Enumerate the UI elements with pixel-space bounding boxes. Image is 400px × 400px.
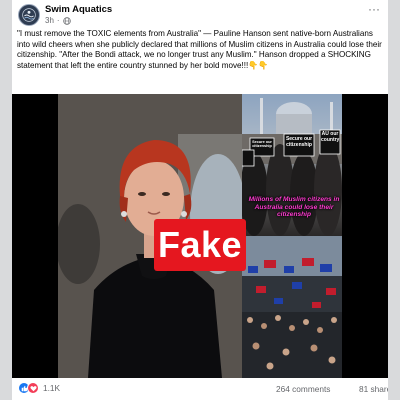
facebook-post-card: Swim Aquatics 3h · ··· "I must remove th… — [12, 0, 388, 400]
crowd-photo — [242, 236, 342, 378]
page-avatar[interactable] — [18, 4, 40, 26]
swim-aquatics-logo-icon — [19, 5, 39, 25]
protest-sign: Secure our citizenship — [252, 140, 272, 149]
post-meta: 3h · — [45, 16, 71, 25]
protest-sign: AU our country — [321, 131, 340, 143]
post-footer: 1.1K 264 comments 81 shares — [12, 378, 388, 400]
globe-icon — [62, 16, 71, 25]
post-caption: "I must remove the TOXIC elements from A… — [17, 29, 382, 70]
protest-photo: Secure our citizenship Secure our citize… — [242, 94, 342, 236]
post-time[interactable]: 3h — [45, 16, 54, 25]
fake-label: Fake — [154, 219, 246, 271]
love-icon — [27, 382, 39, 394]
reaction-count: 1.1K — [43, 383, 61, 393]
reactions-summary[interactable]: 1.1K — [18, 382, 60, 394]
image-overlay-caption: Millions of Muslim citizens in Australia… — [248, 196, 340, 218]
post-header: Swim Aquatics 3h · ··· — [12, 0, 388, 28]
page-name[interactable]: Swim Aquatics — [45, 4, 112, 15]
more-options-icon[interactable]: ··· — [366, 3, 382, 17]
post-image[interactable]: Secure our citizenship Secure our citize… — [12, 94, 388, 378]
shares-count[interactable]: 81 shares — [359, 384, 388, 394]
protest-sign: Secure our citizenship — [285, 136, 313, 148]
comments-count[interactable]: 264 comments — [276, 384, 330, 394]
